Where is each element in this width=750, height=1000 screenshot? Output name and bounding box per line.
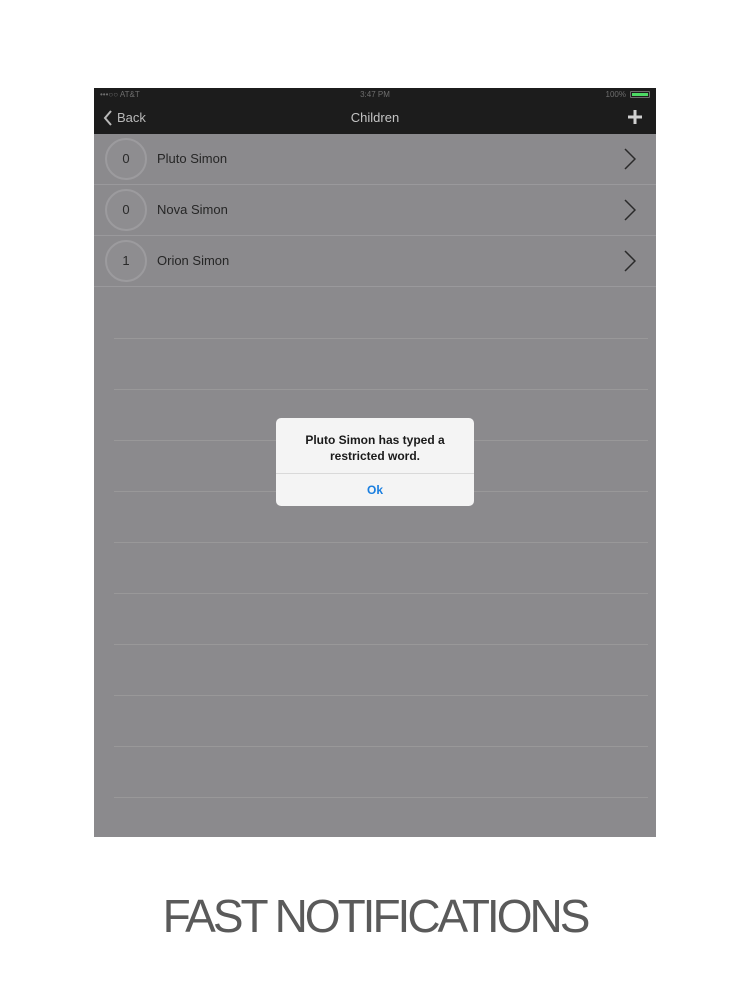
battery-indicator: 100%: [606, 88, 650, 101]
alert-message-line: Pluto Simon has typed a: [305, 433, 445, 447]
battery-percent: 100%: [605, 90, 626, 99]
empty-row-divider: [114, 797, 648, 798]
notification-count-badge: 0: [105, 138, 147, 180]
plus-icon[interactable]: [626, 108, 644, 126]
alert-message: Pluto Simon has typed a restricted word.: [276, 432, 474, 464]
child-name: Orion Simon: [157, 253, 230, 268]
child-row-nova[interactable]: 0 Nova Simon: [94, 185, 656, 236]
alert-message-line: restricted word.: [329, 449, 421, 463]
promo-caption: FAST NOTIFICATIONS: [162, 890, 591, 942]
alert-ok-button[interactable]: Ok: [276, 474, 474, 506]
notification-count-badge: 0: [105, 189, 147, 231]
navigation-bar: Back Children: [94, 101, 656, 134]
empty-row-divider: [114, 644, 648, 645]
ipad-screen: •••○○ AT&T 3:47 PM 100% Back Children 0 …: [94, 88, 656, 837]
child-row-orion[interactable]: 1 Orion Simon: [94, 236, 656, 287]
battery-icon: [630, 91, 650, 98]
chevron-right-icon: [624, 250, 636, 272]
status-time: 3:47 PM: [360, 90, 390, 99]
notification-count-badge: 1: [105, 240, 147, 282]
empty-row-divider: [114, 593, 648, 594]
restricted-word-alert: Pluto Simon has typed a restricted word.…: [276, 418, 474, 506]
empty-row-divider: [114, 389, 648, 390]
empty-row-divider: [114, 695, 648, 696]
empty-row-divider: [114, 338, 648, 339]
page-title: Children: [350, 110, 400, 125]
chevron-right-icon: [624, 148, 636, 170]
child-name: Nova Simon: [157, 202, 228, 217]
empty-row-divider: [114, 542, 648, 543]
child-row-pluto[interactable]: 0 Pluto Simon: [94, 134, 656, 185]
child-name: Pluto Simon: [157, 151, 228, 166]
chevron-right-icon: [624, 199, 636, 221]
status-bar: •••○○ AT&T 3:47 PM 100%: [94, 88, 656, 101]
empty-row-divider: [114, 746, 648, 747]
children-list: 0 Pluto Simon 0 Nova Simon 1 Orion Simon: [94, 134, 656, 287]
